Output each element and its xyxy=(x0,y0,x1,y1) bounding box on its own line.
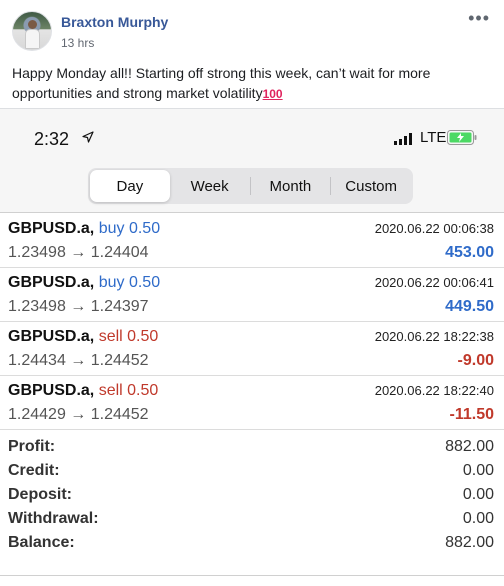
trade-symbol: GBPUSD.a, buy 0.50 xyxy=(8,274,160,292)
trade-symbol: GBPUSD.a, buy 0.50 xyxy=(8,220,160,238)
summary-value: 882.00 xyxy=(445,534,494,551)
trade-time: 2020.06.22 00:06:38 xyxy=(374,221,494,236)
trade-symbol: GBPUSD.a, sell 0.50 xyxy=(8,382,158,400)
trade-row[interactable]: GBPUSD.a, buy 0.50 1.23498 → 1.24397 202… xyxy=(0,268,504,322)
facebook-post: Braxton Murphy 13 hrs ••• Happy Monday a… xyxy=(0,0,504,586)
post-body: Happy Monday all!! Starting off strong t… xyxy=(12,65,431,101)
attached-screenshot[interactable]: 2:32 LTE Day Week Month Custom GBPUSD.a,… xyxy=(0,108,504,586)
post-time[interactable]: 13 hrs xyxy=(61,36,94,50)
author-name[interactable]: Braxton Murphy xyxy=(61,14,168,30)
tab-day[interactable]: Day xyxy=(90,170,170,202)
summary-credit: Credit: 0.00 xyxy=(0,460,504,484)
hundred-points-emoji-icon: 100 xyxy=(262,87,283,101)
trade-time: 2020.06.22 18:22:38 xyxy=(374,329,494,344)
trade-prices: 1.23498 → 1.24397 xyxy=(8,298,149,315)
trade-profit: 449.50 xyxy=(445,298,494,315)
more-options-icon[interactable]: ••• xyxy=(468,8,490,29)
trade-side: buy 0.50 xyxy=(98,274,161,291)
trade-side: sell 0.50 xyxy=(98,328,159,345)
summary-label: Deposit: xyxy=(8,486,72,503)
status-clock: 2:32 xyxy=(34,129,70,149)
summary-value: 0.00 xyxy=(462,462,494,479)
phone-status-bar: 2:32 LTE xyxy=(0,109,504,159)
post-text: Happy Monday all!! Starting off strong t… xyxy=(12,63,492,104)
symbol-name: GBPUSD.a, xyxy=(8,382,95,399)
avatar-body xyxy=(25,29,40,49)
trade-row[interactable]: GBPUSD.a, sell 0.50 1.24434 → 1.24452 20… xyxy=(0,322,504,376)
trade-profit: 453.00 xyxy=(445,244,494,261)
symbol-name: GBPUSD.a, xyxy=(8,220,95,237)
tab-month[interactable]: Month xyxy=(251,170,331,202)
trade-time: 2020.06.22 00:06:41 xyxy=(374,275,494,290)
summary-profit: Profit: 882.00 xyxy=(0,436,504,460)
location-arrow-icon xyxy=(82,131,94,143)
tab-week[interactable]: Week xyxy=(170,170,250,202)
summary-label: Balance: xyxy=(8,534,75,551)
trade-symbol: GBPUSD.a, sell 0.50 xyxy=(8,328,158,346)
trade-history-list: GBPUSD.a, buy 0.50 1.23498 → 1.24404 202… xyxy=(0,214,504,430)
avatar-head xyxy=(28,20,37,29)
summary-balance: Balance: 882.00 xyxy=(0,532,504,556)
battery-charging-icon xyxy=(447,130,477,145)
summary-label: Credit: xyxy=(8,462,60,479)
trade-prices: 1.23498 → 1.24404 xyxy=(8,244,149,261)
divider xyxy=(0,575,504,576)
summary-value: 882.00 xyxy=(445,438,494,455)
author-avatar[interactable] xyxy=(12,11,52,51)
trade-profit: -11.50 xyxy=(449,406,494,423)
summary-label: Profit: xyxy=(8,438,56,455)
summary-value: 0.00 xyxy=(462,486,494,503)
trade-prices: 1.24434 → 1.24452 xyxy=(8,352,149,369)
period-selector-bar: Day Week Month Custom xyxy=(0,159,504,213)
trade-time: 2020.06.22 18:22:40 xyxy=(374,383,494,398)
symbol-name: GBPUSD.a, xyxy=(8,274,95,291)
trade-profit: -9.00 xyxy=(457,352,494,369)
trade-row[interactable]: GBPUSD.a, buy 0.50 1.23498 → 1.24404 202… xyxy=(0,214,504,268)
summary-value: 0.00 xyxy=(462,510,494,527)
network-type: LTE xyxy=(420,129,447,146)
trade-side: sell 0.50 xyxy=(98,382,159,399)
summary-label: Withdrawal: xyxy=(8,510,99,527)
account-summary: Profit: 882.00 Credit: 0.00 Deposit: 0.0… xyxy=(0,436,504,556)
tab-custom[interactable]: Custom xyxy=(331,170,411,202)
symbol-name: GBPUSD.a, xyxy=(8,328,95,345)
trade-side: buy 0.50 xyxy=(98,220,161,237)
summary-deposit: Deposit: 0.00 xyxy=(0,484,504,508)
trade-row[interactable]: GBPUSD.a, sell 0.50 1.24429 → 1.24452 20… xyxy=(0,376,504,430)
trade-prices: 1.24429 → 1.24452 xyxy=(8,406,149,423)
summary-withdrawal: Withdrawal: 0.00 xyxy=(0,508,504,532)
signal-strength-icon xyxy=(394,133,412,145)
period-segmented-control: Day Week Month Custom xyxy=(88,168,413,204)
